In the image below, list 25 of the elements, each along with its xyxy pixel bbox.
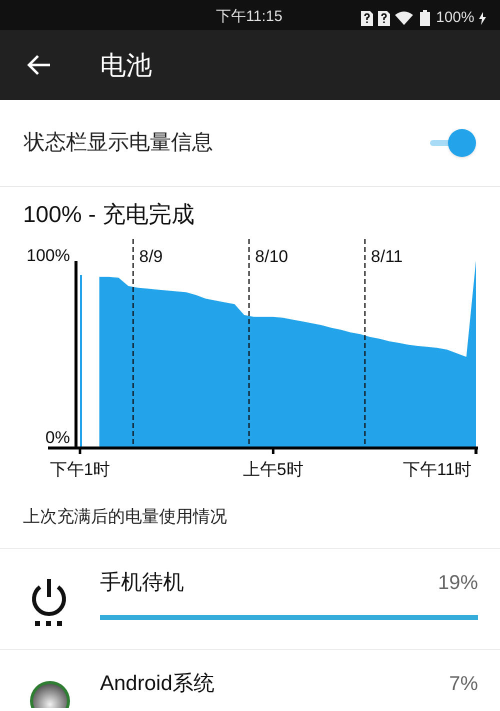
wifi-icon	[395, 11, 415, 26]
toggle-switch[interactable]	[428, 129, 476, 157]
app-icon	[28, 678, 72, 708]
setting-label: 状态栏显示电量信息	[24, 130, 213, 156]
date-label: 8/11	[370, 247, 403, 266]
battery-icon	[420, 10, 430, 26]
section-heading: 上次充满后的电量使用情况	[0, 490, 500, 549]
axis-label: 100%	[26, 246, 70, 265]
axis-label: 0%	[45, 428, 70, 447]
usage-percent: 7%	[449, 672, 478, 697]
date-label: 8/10	[255, 247, 288, 266]
usage-percent: 19%	[438, 570, 478, 596]
axis-label: 上午5时	[242, 460, 304, 479]
page-title: 电池	[100, 48, 152, 82]
battery-percent: 100%	[436, 8, 474, 28]
axis-label: 下午1时	[50, 460, 110, 479]
power-icon	[29, 577, 69, 627]
app-name: Android系统	[100, 671, 214, 697]
sim-icon	[361, 10, 373, 26]
app-name: 手机待机	[100, 570, 184, 596]
date-label: 8/9	[139, 247, 163, 266]
charge-status: 100% - 充电完成	[22, 200, 196, 229]
axis-label: 下午11时	[403, 460, 472, 479]
sim-icon	[378, 10, 390, 26]
status-time: 下午11:15	[216, 7, 282, 27]
